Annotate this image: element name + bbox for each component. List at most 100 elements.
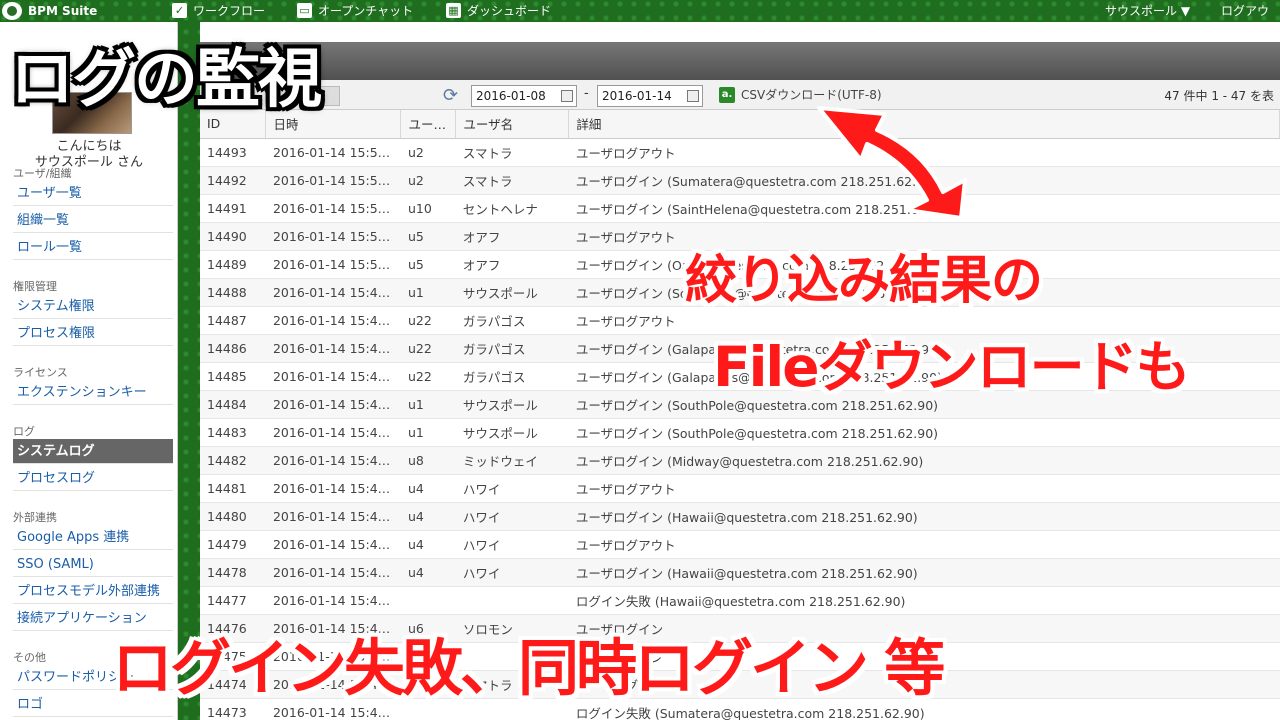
- sidebar-item-extension-key[interactable]: エクステンションキー: [13, 380, 173, 405]
- cell-user-id: u6: [400, 614, 456, 643]
- table-row[interactable]: 14479 2016-01-14 15:4… u4 ハワイ ユーザログアウト: [200, 530, 1280, 559]
- top-bar: BPM Suite ✓ ワークフロー ▭ オープンチャット ▦ ダッシュボード …: [0, 0, 1280, 35]
- cell-user-name: ハワイ: [455, 530, 569, 559]
- avatar: [52, 92, 132, 134]
- col-header-datetime[interactable]: 日時: [265, 110, 402, 139]
- cell-id: 14486: [200, 334, 266, 363]
- nav-dashboard[interactable]: ▦ ダッシュボード: [446, 2, 551, 19]
- sidebar-item-google-apps[interactable]: Google Apps 連携: [13, 525, 173, 550]
- table-row[interactable]: 14482 2016-01-14 15:4… u8 ミッドウェイ ユーザログイン (Mi…: [200, 446, 1280, 475]
- sidebar-item-sso-saml[interactable]: SSO (SAML): [13, 552, 173, 577]
- nav-open-chat[interactable]: ▭ オープンチャット: [297, 2, 413, 19]
- section-title-other: その他: [13, 651, 46, 664]
- col-header-id[interactable]: ID: [200, 110, 267, 139]
- table-row[interactable]: 14493 2016-01-14 15:5… u2 スマトラ ユーザログアウト: [200, 138, 1280, 167]
- cell-user-name: ミッドウェイ: [455, 446, 569, 475]
- section-title-user-org: ユーザ/組織: [13, 167, 72, 180]
- sidebar-item-password-policy[interactable]: パスワードポリシー: [13, 665, 173, 690]
- table-row[interactable]: 14477 2016-01-14 15:4… ログイン失敗 (Hawaii@ques…: [200, 586, 1280, 615]
- table-row[interactable]: 14481 2016-01-14 15:4… u4 ハワイ ユーザログアウト: [200, 474, 1280, 503]
- sidebar-item-system-permission[interactable]: システム権限: [13, 294, 173, 319]
- cell-datetime: 2016-01-14 15:4…: [265, 670, 401, 699]
- cell-datetime: 2016-01-14 15:4…: [265, 418, 401, 447]
- sidebar-item-logo[interactable]: ロゴ: [13, 692, 173, 717]
- page-input[interactable]: [310, 86, 340, 106]
- dashboard-icon: ▦: [446, 3, 461, 18]
- cell-user-id: u22: [400, 362, 456, 391]
- cell-datetime: 2016-01-14 15:5…: [265, 194, 401, 223]
- logo-mark-icon: [2, 2, 22, 20]
- cell-detail: ユーザログアウト: [568, 222, 1280, 251]
- table-row[interactable]: 14480 2016-01-14 15:4… u4 ハワイ ユーザログイン (Hawai…: [200, 502, 1280, 531]
- cell-user-name: スマトラ: [455, 670, 569, 699]
- col-header-detail[interactable]: 詳細: [568, 110, 1280, 139]
- cell-detail: ユーザログイン: [568, 642, 1280, 671]
- cell-detail: ユーザログイン (Midway@questetra.com 218.251.62…: [568, 446, 1280, 475]
- nav-workflow-label: ワークフロー: [193, 4, 266, 18]
- nav-open-chat-label: オープンチャット: [318, 4, 414, 18]
- sidebar-item-process-model-external[interactable]: プロセスモデル外部連携: [13, 579, 173, 604]
- table-row[interactable]: 14485 2016-01-14 15:4… u22 ガラパゴス ユーザログイン (Ga…: [200, 362, 1280, 391]
- col-header-user-name[interactable]: ユーザ名: [455, 110, 570, 139]
- cell-datetime: 2016-01-14 15:5…: [265, 250, 401, 279]
- cell-detail: ユーザログイン (SaintHelena@questetra.com 218.2…: [568, 194, 1280, 223]
- sidebar-item-org-list[interactable]: 組織一覧: [13, 208, 173, 233]
- table-row[interactable]: 14484 2016-01-14 15:4… u1 サウスポール ユーザログイン (So…: [200, 390, 1280, 419]
- cell-datetime: 2016-01-14 15:4…: [265, 390, 401, 419]
- table-row[interactable]: 14487 2016-01-14 15:4… u22 ガラパゴス ユーザログアウト: [200, 306, 1280, 335]
- sidebar-item-process-permission[interactable]: プロセス権限: [13, 321, 173, 346]
- user-menu[interactable]: サウスポール ▼: [1105, 2, 1190, 19]
- app-logo[interactable]: BPM Suite: [2, 2, 97, 20]
- cell-user-id: u2: [400, 166, 456, 195]
- sidebar-item-connected-apps[interactable]: 接続アプリケーション: [13, 606, 173, 631]
- cell-datetime: 2016-01-14 15:4…: [265, 530, 401, 559]
- table-header-row: ID 日時 ユー… ユーザ名 詳細: [200, 110, 1280, 139]
- sidebar-item-role-list[interactable]: ロール一覧: [13, 235, 173, 260]
- table-row[interactable]: 14473 2016-01-14 15:4… ログイン失敗 (Sumatera@qu…: [200, 698, 1280, 720]
- result-count: 47 件中 1 - 47 を表: [1164, 89, 1274, 103]
- date-separator: -: [584, 86, 589, 101]
- table-row[interactable]: 14488 2016-01-14 15:4… u1 サウスポール ユーザログイン (So…: [200, 278, 1280, 307]
- cell-user-id: u5: [400, 250, 456, 279]
- nav-workflow[interactable]: ✓ ワークフロー: [172, 2, 265, 19]
- cell-id: 14493: [200, 138, 266, 167]
- table-row[interactable]: 14478 2016-01-14 15:4… u4 ハワイ ユーザログイン (Hawai…: [200, 558, 1280, 587]
- table-row[interactable]: 14489 2016-01-14 15:5… u5 オアフ ユーザログイン (Oahu@…: [200, 250, 1280, 279]
- section-title-permissions: 権限管理: [13, 280, 57, 293]
- csv-download-button[interactable]: a. CSVダウンロード(UTF-8): [719, 86, 882, 103]
- sidebar-item-user-list[interactable]: ユーザ一覧: [13, 181, 173, 206]
- cell-user-name: [455, 698, 569, 720]
- cell-id: 14485: [200, 362, 266, 391]
- paging-button[interactable]: [208, 86, 238, 106]
- table-row[interactable]: 14492 2016-01-14 15:5… u2 スマトラ ユーザログイン (Suma…: [200, 166, 1280, 195]
- cell-user-id: u2: [400, 670, 456, 699]
- cell-user-name: ソロモン: [455, 614, 569, 643]
- cell-detail: ユーザログアウト: [568, 306, 1280, 335]
- table-row[interactable]: 14475 2016-01-14 15:4… ユーザログイン: [200, 642, 1280, 671]
- col-header-user-id[interactable]: ユー…: [400, 110, 457, 139]
- csv-download-label: CSVダウンロード(UTF-8): [741, 88, 882, 102]
- table-row[interactable]: 14474 2016-01-14 15:4… u2 スマトラ ユーザログイン: [200, 670, 1280, 699]
- cell-id: 14488: [200, 278, 266, 307]
- date-to-input[interactable]: 2016-01-14: [597, 85, 703, 107]
- cell-user-name: ハワイ: [455, 558, 569, 587]
- cell-detail: ユーザログイン (SouthPole@questetra.com 218.251…: [568, 418, 1280, 447]
- sidebar-item-system-log[interactable]: システムログ: [13, 439, 173, 464]
- table-row[interactable]: 14483 2016-01-14 15:4… u1 サウスポール ユーザログイン (So…: [200, 418, 1280, 447]
- cell-datetime: 2016-01-14 15:4…: [265, 558, 401, 587]
- table-row[interactable]: 14476 2016-01-14 15:4… u6 ソロモン ユーザログイン: [200, 614, 1280, 643]
- cell-user-name: ガラパゴス: [455, 362, 569, 391]
- cell-detail: ユーザログイン (Hawaii@questetra.com 218.251.62…: [568, 558, 1280, 587]
- table-row[interactable]: 14486 2016-01-14 15:4… u22 ガラパゴス ユーザログイン (Ga…: [200, 334, 1280, 363]
- cell-detail: ユーザログイン (SouthPole@questetra.com 218.251…: [568, 278, 1280, 307]
- cell-detail: ユーザログイン: [568, 670, 1280, 699]
- table-row[interactable]: 14491 2016-01-14 15:5… u10 セントヘレナ ユーザログイン (S…: [200, 194, 1280, 223]
- calendar-icon[interactable]: [561, 90, 573, 102]
- sidebar-item-process-log[interactable]: プロセスログ: [13, 466, 173, 491]
- date-from-input[interactable]: 2016-01-08: [471, 85, 577, 107]
- cell-user-id: u1: [400, 390, 456, 419]
- calendar-icon[interactable]: [687, 90, 699, 102]
- cell-detail: ユーザログイン (SouthPole@questetra.com 218.251…: [568, 390, 1280, 419]
- refresh-icon[interactable]: ⟳: [443, 85, 458, 106]
- table-row[interactable]: 14490 2016-01-14 15:5… u5 オアフ ユーザログアウト: [200, 222, 1280, 251]
